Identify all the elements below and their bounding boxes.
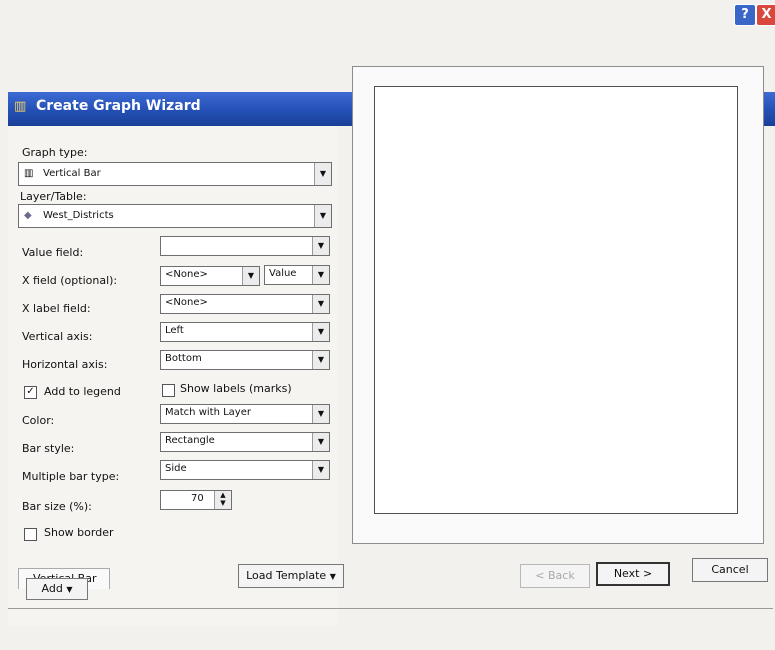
layer-diamond-icon: ◆ xyxy=(24,210,32,221)
color-select[interactable]: Match with Layer ▼ xyxy=(160,404,330,424)
value-field-label: Value field: xyxy=(22,246,84,259)
bar-style-select[interactable]: Rectangle ▼ xyxy=(160,432,330,452)
bar-size-label: Bar size (%): xyxy=(22,500,92,513)
spinner-arrows-icon[interactable]: ▲ ▼ xyxy=(214,491,231,509)
chevron-down-icon: ▼ xyxy=(329,572,336,581)
chevron-down-icon: ▼ xyxy=(314,163,331,185)
multiple-bar-type-value: Side xyxy=(165,463,187,474)
horizontal-axis-label: Horizontal axis: xyxy=(22,358,108,371)
chevron-down-icon: ▼ xyxy=(314,205,331,227)
chevron-down-icon: ▼ xyxy=(312,295,329,313)
x-label-field-value: <None> xyxy=(165,297,208,308)
horizontal-axis-select[interactable]: Bottom ▼ xyxy=(160,350,330,370)
chevron-down-icon: ▼ xyxy=(242,267,259,285)
chevron-down-icon: ▼ xyxy=(312,433,329,451)
bar-size-value: 70 xyxy=(191,493,204,504)
value-field-select[interactable]: ▼ xyxy=(160,236,330,256)
help-button[interactable]: ? xyxy=(734,4,756,26)
add-graph-button[interactable]: Add ▼ xyxy=(26,578,88,600)
layer-select[interactable]: ◆ West_Districts ▼ xyxy=(18,204,332,228)
graph-type-select[interactable]: ▥ Vertical Bar ▼ xyxy=(18,162,332,186)
color-value: Match with Layer xyxy=(165,407,251,418)
x-field-sort-value: Value xyxy=(269,268,297,279)
vertical-axis-label: Vertical axis: xyxy=(22,330,93,343)
bar-style-label: Bar style: xyxy=(22,442,75,455)
add-button-label: Add xyxy=(41,582,63,595)
horizontal-axis-value: Bottom xyxy=(165,353,202,364)
bar-size-spinner[interactable]: 70 ▲ ▼ xyxy=(160,490,232,510)
next-button[interactable]: Next > xyxy=(596,562,670,586)
close-button[interactable]: X xyxy=(756,4,775,26)
vertical-axis-select[interactable]: Left ▼ xyxy=(160,322,330,342)
x-field-sort-select[interactable]: Value ▼ xyxy=(264,265,330,285)
graph-app-icon: ▥ xyxy=(14,99,27,114)
add-to-legend-label: Add to legend xyxy=(44,385,121,398)
chevron-down-icon: ▼ xyxy=(312,405,329,423)
graph-preview-canvas xyxy=(374,86,738,514)
chevron-down-icon: ▼ xyxy=(312,323,329,341)
chevron-down-icon: ▼ xyxy=(312,461,329,479)
window-title: Create Graph Wizard xyxy=(36,98,201,114)
cancel-button[interactable]: Cancel xyxy=(692,558,768,582)
show-border-label: Show border xyxy=(44,526,114,539)
chevron-down-icon: ▼ xyxy=(312,351,329,369)
bar-style-value: Rectangle xyxy=(165,435,215,446)
multiple-bar-type-select[interactable]: Side ▼ xyxy=(160,460,330,480)
add-to-legend-checkbox[interactable]: ✓ xyxy=(24,386,37,399)
x-label-field-label: X label field: xyxy=(22,302,91,315)
show-labels-label: Show labels (marks) xyxy=(180,382,292,395)
show-border-checkbox[interactable] xyxy=(24,528,37,541)
x-label-field-select[interactable]: <None> ▼ xyxy=(160,294,330,314)
x-field-value: <None> xyxy=(165,269,208,280)
layer-value: West_Districts xyxy=(43,210,114,221)
graph-type-label: Graph type: xyxy=(22,146,88,159)
graph-type-value: Vertical Bar xyxy=(43,168,101,179)
footer-divider xyxy=(8,608,773,609)
x-field-label: X field (optional): xyxy=(22,274,118,287)
color-label: Color: xyxy=(22,414,55,427)
x-field-select[interactable]: <None> ▼ xyxy=(160,266,260,286)
vertical-axis-value: Left xyxy=(165,325,184,336)
load-template-label: Load Template xyxy=(246,569,327,582)
chevron-down-icon: ▼ xyxy=(312,237,329,255)
layer-label: Layer/Table: xyxy=(20,190,87,203)
show-labels-checkbox[interactable] xyxy=(162,384,175,397)
chevron-down-icon: ▼ xyxy=(312,266,329,284)
multiple-bar-type-label: Multiple bar type: xyxy=(22,470,120,483)
back-button[interactable]: < Back xyxy=(520,564,590,588)
chevron-down-icon: ▼ xyxy=(66,585,73,594)
bar-chart-icon: ▥ xyxy=(24,168,34,179)
load-template-button[interactable]: Load Template ▼ xyxy=(238,564,344,588)
